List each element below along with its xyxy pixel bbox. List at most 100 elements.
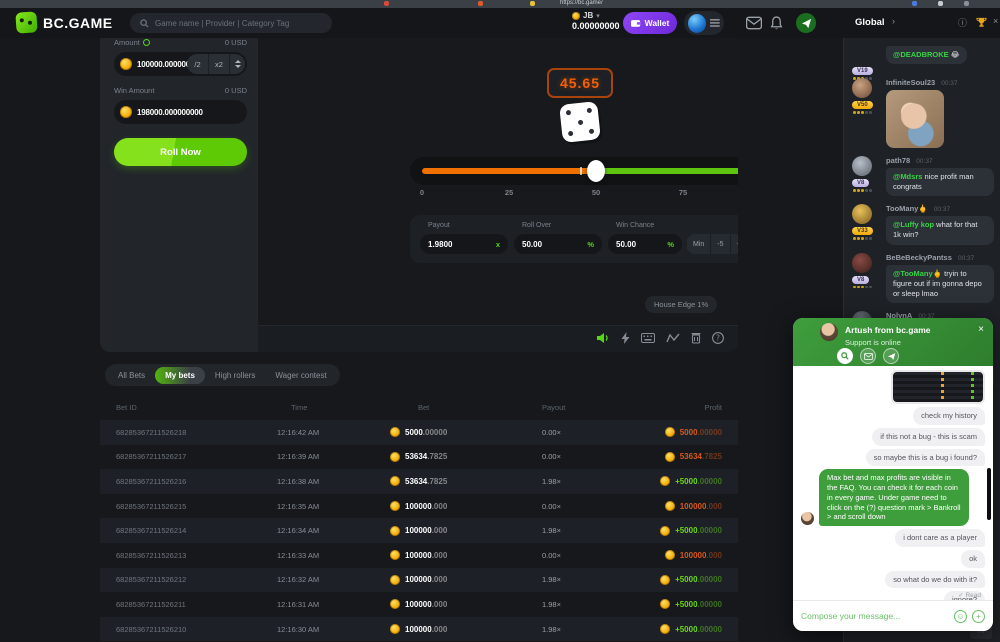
support-scrollbar[interactable] <box>987 468 991 520</box>
messages-icon[interactable] <box>746 16 762 30</box>
browser-ext-icon[interactable] <box>964 1 969 6</box>
bets-tab[interactable]: My bets <box>155 367 205 384</box>
browser-url[interactable]: https://bc.game/ <box>560 0 603 6</box>
chat-username[interactable]: BeBeBeckyPantss <box>886 253 952 262</box>
bcgame-logo[interactable]: BC.GAME <box>16 12 113 33</box>
payout-unit: x <box>496 240 500 249</box>
bet-amount-input[interactable]: 100000.00000000 /2 x2 <box>114 52 247 76</box>
bet-cell: 100000.000 <box>390 575 533 585</box>
support-search-icon[interactable] <box>837 348 853 364</box>
chat-username[interactable]: TooMany🖕 <box>886 204 928 213</box>
roll-over-input[interactable]: 50.00 % <box>514 234 602 254</box>
bets-tab[interactable]: High rollers <box>205 367 265 384</box>
bet-cell: 53634.7825 <box>390 452 533 462</box>
support-close-icon[interactable]: × <box>978 324 984 335</box>
bets-tab[interactable]: All Bets <box>108 367 155 384</box>
profile-menu[interactable] <box>684 11 724 35</box>
table-row[interactable]: 68285367211526218 12:16:42 AM 5000.00000… <box>100 420 738 445</box>
amount-stepper[interactable] <box>229 54 245 74</box>
payout-cell: 0.00× <box>533 428 655 437</box>
coin-icon <box>660 624 670 634</box>
win-chance-step-button[interactable]: +5 <box>730 234 738 254</box>
slider-track[interactable] <box>422 168 738 174</box>
compose-input[interactable]: Compose your message... <box>801 611 949 621</box>
half-bet-button[interactable]: /2 <box>187 54 208 74</box>
bets-tab[interactable]: Wager contest <box>265 367 336 384</box>
win-chance-step-button[interactable]: -5 <box>710 234 729 254</box>
browser-ext-icon[interactable] <box>938 1 943 6</box>
browser-ext-icon[interactable] <box>912 1 917 6</box>
support-message-list[interactable]: check my history if this not a bug - thi… <box>793 366 993 600</box>
support-message: Max bet and max profits are visible in t… <box>801 469 985 526</box>
payout-input[interactable]: 1.9800 x <box>420 234 508 254</box>
emoji-icon[interactable]: ☺ <box>954 610 967 623</box>
avatar[interactable] <box>852 78 872 98</box>
sound-icon[interactable] <box>597 332 610 344</box>
coin-icon <box>665 501 675 511</box>
browser-ext-icon[interactable] <box>384 1 389 6</box>
currency-toggle-icon[interactable] <box>143 39 150 46</box>
double-bet-button[interactable]: x2 <box>208 54 229 74</box>
attach-plus-icon[interactable]: + <box>972 610 985 623</box>
chat-username[interactable]: InfiniteSoul23 <box>886 78 935 87</box>
quick-chat-icon[interactable] <box>796 13 816 33</box>
bets-section: All BetsMy betsHigh rollersWager contest… <box>100 364 738 642</box>
support-image-attachment[interactable] <box>891 370 985 404</box>
table-row[interactable]: 68285367211526213 12:16:33 AM 100000.000… <box>100 543 738 568</box>
wallet-button[interactable]: Wallet <box>623 12 677 34</box>
support-telegram-icon[interactable] <box>883 348 899 364</box>
step-up-icon[interactable] <box>235 60 241 63</box>
win-chance-step-button[interactable]: Min <box>686 234 710 254</box>
browser-ext-icon[interactable] <box>478 1 483 6</box>
step-down-icon[interactable] <box>235 65 241 68</box>
avatar[interactable] <box>852 253 872 273</box>
profit-cell: +5000.00000 <box>655 526 722 536</box>
chat-close-icon[interactable]: × <box>993 16 998 26</box>
payout-cell: 1.98× <box>533 526 655 535</box>
chat-channel-title[interactable]: Global <box>855 17 885 28</box>
win-amount-input[interactable]: 198000.000000000 <box>114 100 247 124</box>
avatar[interactable] <box>852 204 872 224</box>
avatar[interactable] <box>852 156 872 176</box>
avatar[interactable] <box>688 14 706 33</box>
table-row[interactable]: 68285367211526215 12:16:35 AM 100000.000… <box>100 494 738 519</box>
help-icon[interactable]: ? <box>712 332 724 344</box>
hotkeys-keyboard-icon[interactable] <box>641 333 655 343</box>
profit-cell: +5000.00000 <box>655 476 722 486</box>
notifications-bell-icon[interactable] <box>770 16 783 30</box>
table-row[interactable]: 68285367211526214 12:16:34 AM 100000.000… <box>100 518 738 543</box>
browser-ext-icon[interactable] <box>530 1 535 6</box>
roll-slider[interactable] <box>410 157 738 185</box>
slider-handle[interactable] <box>587 160 605 182</box>
win-chance-input[interactable]: 50.00 % <box>608 234 682 254</box>
chat-username[interactable]: path78 <box>886 156 910 165</box>
payout-value: 1.9800 <box>428 240 452 249</box>
balance-selector[interactable]: JB ▾ 0.00000000 <box>572 11 620 31</box>
chat-image-attachment[interactable] <box>886 90 944 148</box>
support-compose-bar[interactable]: Compose your message... ☺ + <box>793 600 993 631</box>
chat-mention[interactable]: @Luffy kop <box>893 220 934 229</box>
table-row[interactable]: 68285367211526212 12:16:32 AM 100000.000… <box>100 568 738 593</box>
chat-mention[interactable]: @TooMany🖕 <box>893 269 942 278</box>
trophy-icon[interactable] <box>976 17 987 28</box>
table-row[interactable]: 68285367211526211 12:16:31 AM 100000.000… <box>100 592 738 617</box>
chat-info-icon[interactable]: ⓘ <box>958 16 967 29</box>
chat-timestamp: 00:37 <box>934 206 950 213</box>
support-status: Support is online <box>845 338 901 347</box>
profit-cell: +5000.00000 <box>655 624 722 634</box>
search-input[interactable]: Game name | Provider | Category Tag <box>130 13 332 33</box>
table-row[interactable]: 68285367211526210 12:16:30 AM 100000.000… <box>100 617 738 642</box>
chat-mention[interactable]: @DEADBROKE <box>893 50 949 59</box>
profit-cell: 100000.000 <box>655 501 722 511</box>
bet-id-cell: 68285367211526214 <box>116 526 277 535</box>
roll-now-button[interactable]: Roll Now <box>114 138 247 166</box>
table-row[interactable]: 68285367211526216 12:16:38 AM 53634.7825… <box>100 469 738 494</box>
turbo-bolt-icon[interactable] <box>621 332 630 344</box>
verify-seed-icon[interactable] <box>691 332 701 344</box>
support-message: if this not a bug - this is scam <box>801 428 985 446</box>
live-stats-icon[interactable] <box>666 333 680 343</box>
chat-mention[interactable]: @Mdsrs <box>893 172 922 181</box>
table-row[interactable]: 68285367211526217 12:16:39 AM 53634.7825… <box>100 445 738 470</box>
chat-channel-chevron-icon[interactable]: › <box>892 16 895 26</box>
support-email-icon[interactable] <box>860 348 876 364</box>
